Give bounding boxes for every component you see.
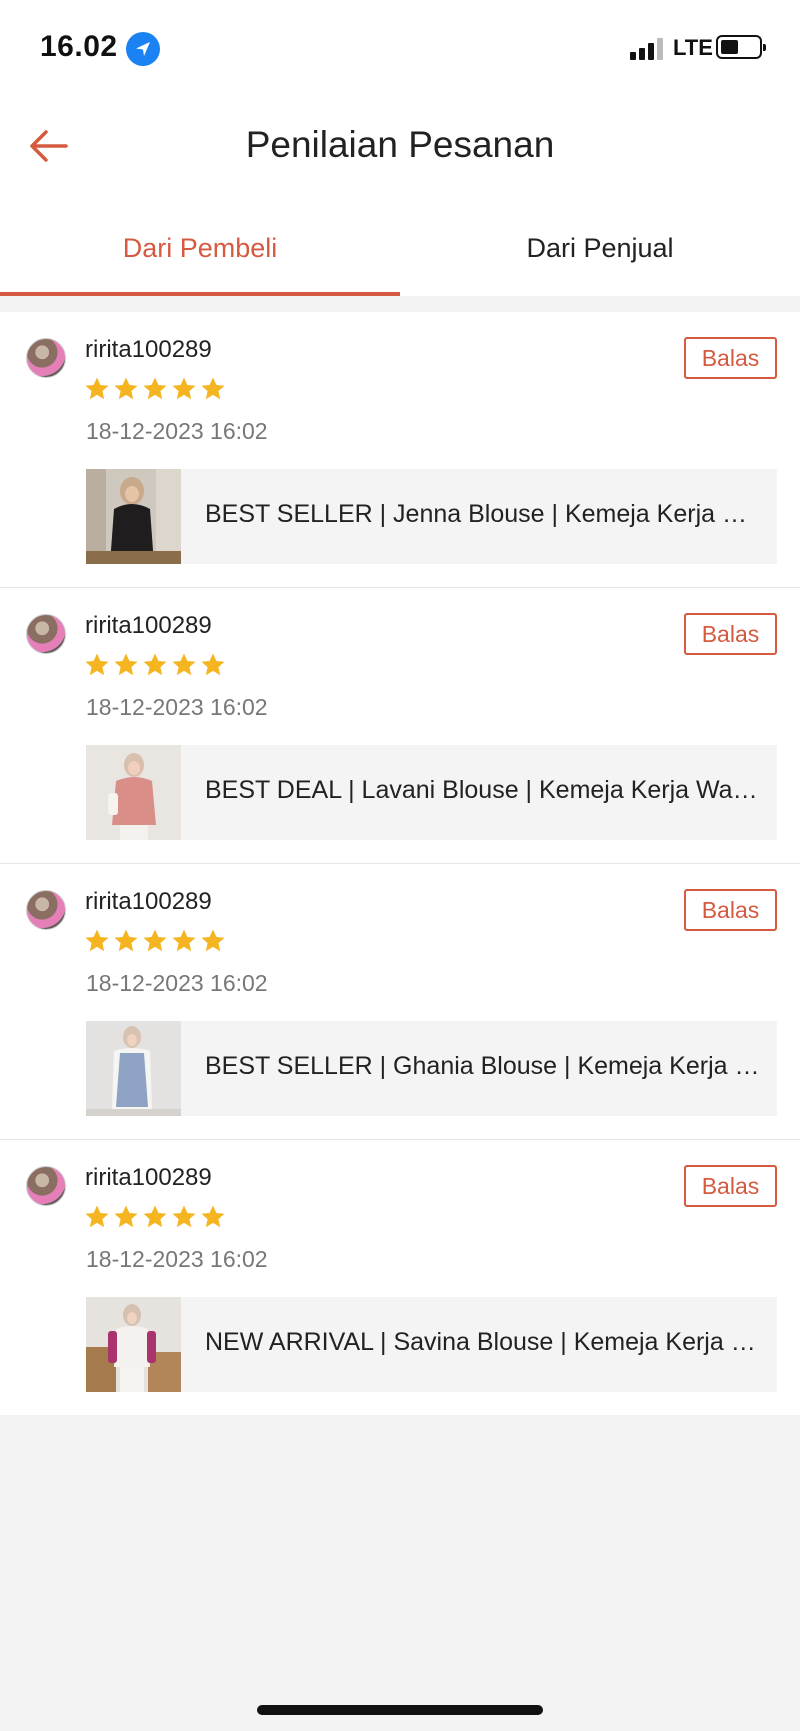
star-icon <box>84 928 110 954</box>
star-icon <box>84 652 110 678</box>
star-rating <box>84 1204 229 1232</box>
tab-bar: Dari Pembeli Dari Penjual <box>0 196 800 296</box>
network-type: LTE <box>673 35 713 60</box>
reviewer-username: ririta100289 <box>85 612 212 639</box>
product-card[interactable]: BEST SELLER | Ghania Blouse | Kemeja Ker… <box>86 1021 777 1116</box>
location-arrow-icon <box>126 32 160 66</box>
avatar[interactable] <box>26 890 66 930</box>
avatar[interactable] <box>26 1166 66 1206</box>
product-card[interactable]: NEW ARRIVAL | Savina Blouse | Kemeja Ker… <box>86 1297 777 1392</box>
star-icon <box>142 928 168 954</box>
product-card[interactable]: BEST DEAL | Lavani Blouse | Kemeja Kerja… <box>86 745 777 840</box>
star-rating <box>84 376 229 404</box>
battery-level <box>721 40 738 54</box>
battery-icon <box>716 35 766 59</box>
product-name: NEW ARRIVAL | Savina Blouse | Kemeja Ker… <box>205 1328 765 1356</box>
reply-button[interactable]: Balas <box>684 613 777 655</box>
status-time: 16.02 <box>40 30 118 63</box>
reviewer-username: ririta100289 <box>85 888 212 915</box>
star-icon <box>200 652 226 678</box>
avatar[interactable] <box>26 614 66 654</box>
star-icon <box>113 928 139 954</box>
star-icon <box>113 376 139 402</box>
review-date: 18-12-2023 16:02 <box>86 1246 268 1272</box>
star-icon <box>142 652 168 678</box>
star-icon <box>171 376 197 402</box>
home-indicator[interactable] <box>257 1705 543 1715</box>
star-icon <box>171 928 197 954</box>
star-icon <box>200 928 226 954</box>
reviewer-username: ririta100289 <box>85 336 212 363</box>
star-icon <box>142 1204 168 1230</box>
review-date: 18-12-2023 16:02 <box>86 970 268 996</box>
review-item: ririta100289 18-12-2023 16:02 Balas BEST… <box>0 588 800 864</box>
tab-dari-penjual[interactable]: Dari Penjual <box>400 196 800 296</box>
reply-button[interactable]: Balas <box>684 889 777 931</box>
page-title: Penilaian Pesanan <box>245 124 555 165</box>
review-date: 18-12-2023 16:02 <box>86 418 268 444</box>
reply-button[interactable]: Balas <box>684 337 777 379</box>
product-thumbnail <box>86 745 181 840</box>
avatar[interactable] <box>26 338 66 378</box>
star-rating <box>84 928 229 956</box>
review-list: ririta100289 18-12-2023 16:02 Balas BEST… <box>0 312 800 1415</box>
star-icon <box>84 1204 110 1230</box>
status-bar: 16.02 LTE <box>0 0 800 96</box>
reply-button[interactable]: Balas <box>684 1165 777 1207</box>
product-name: BEST DEAL | Lavani Blouse | Kemeja Kerja… <box>205 776 765 804</box>
product-card[interactable]: BEST SELLER | Jenna Blouse | Kemeja Kerj… <box>86 469 777 564</box>
review-item: ririta100289 18-12-2023 16:02 Balas BEST… <box>0 312 800 588</box>
star-icon <box>171 1204 197 1230</box>
review-item: ririta100289 18-12-2023 16:02 Balas NEW … <box>0 1140 800 1415</box>
reviewer-username: ririta100289 <box>85 1164 212 1191</box>
product-thumbnail <box>86 1021 181 1116</box>
nav-header: Penilaian Pesanan <box>0 96 800 196</box>
product-name: BEST SELLER | Ghania Blouse | Kemeja Ker… <box>205 1052 765 1080</box>
review-item: ririta100289 18-12-2023 16:02 Balas BEST… <box>0 864 800 1140</box>
cellular-signal-icon <box>630 38 663 60</box>
star-icon <box>113 652 139 678</box>
star-rating <box>84 652 229 680</box>
star-icon <box>200 1204 226 1230</box>
active-tab-indicator <box>0 292 400 296</box>
product-thumbnail <box>86 1297 181 1392</box>
star-icon <box>200 376 226 402</box>
product-thumbnail <box>86 469 181 564</box>
tab-dari-pembeli[interactable]: Dari Pembeli <box>0 196 400 296</box>
review-date: 18-12-2023 16:02 <box>86 694 268 720</box>
star-icon <box>142 376 168 402</box>
star-icon <box>171 652 197 678</box>
star-icon <box>84 376 110 402</box>
star-icon <box>113 1204 139 1230</box>
product-name: BEST SELLER | Jenna Blouse | Kemeja Kerj… <box>205 500 765 528</box>
